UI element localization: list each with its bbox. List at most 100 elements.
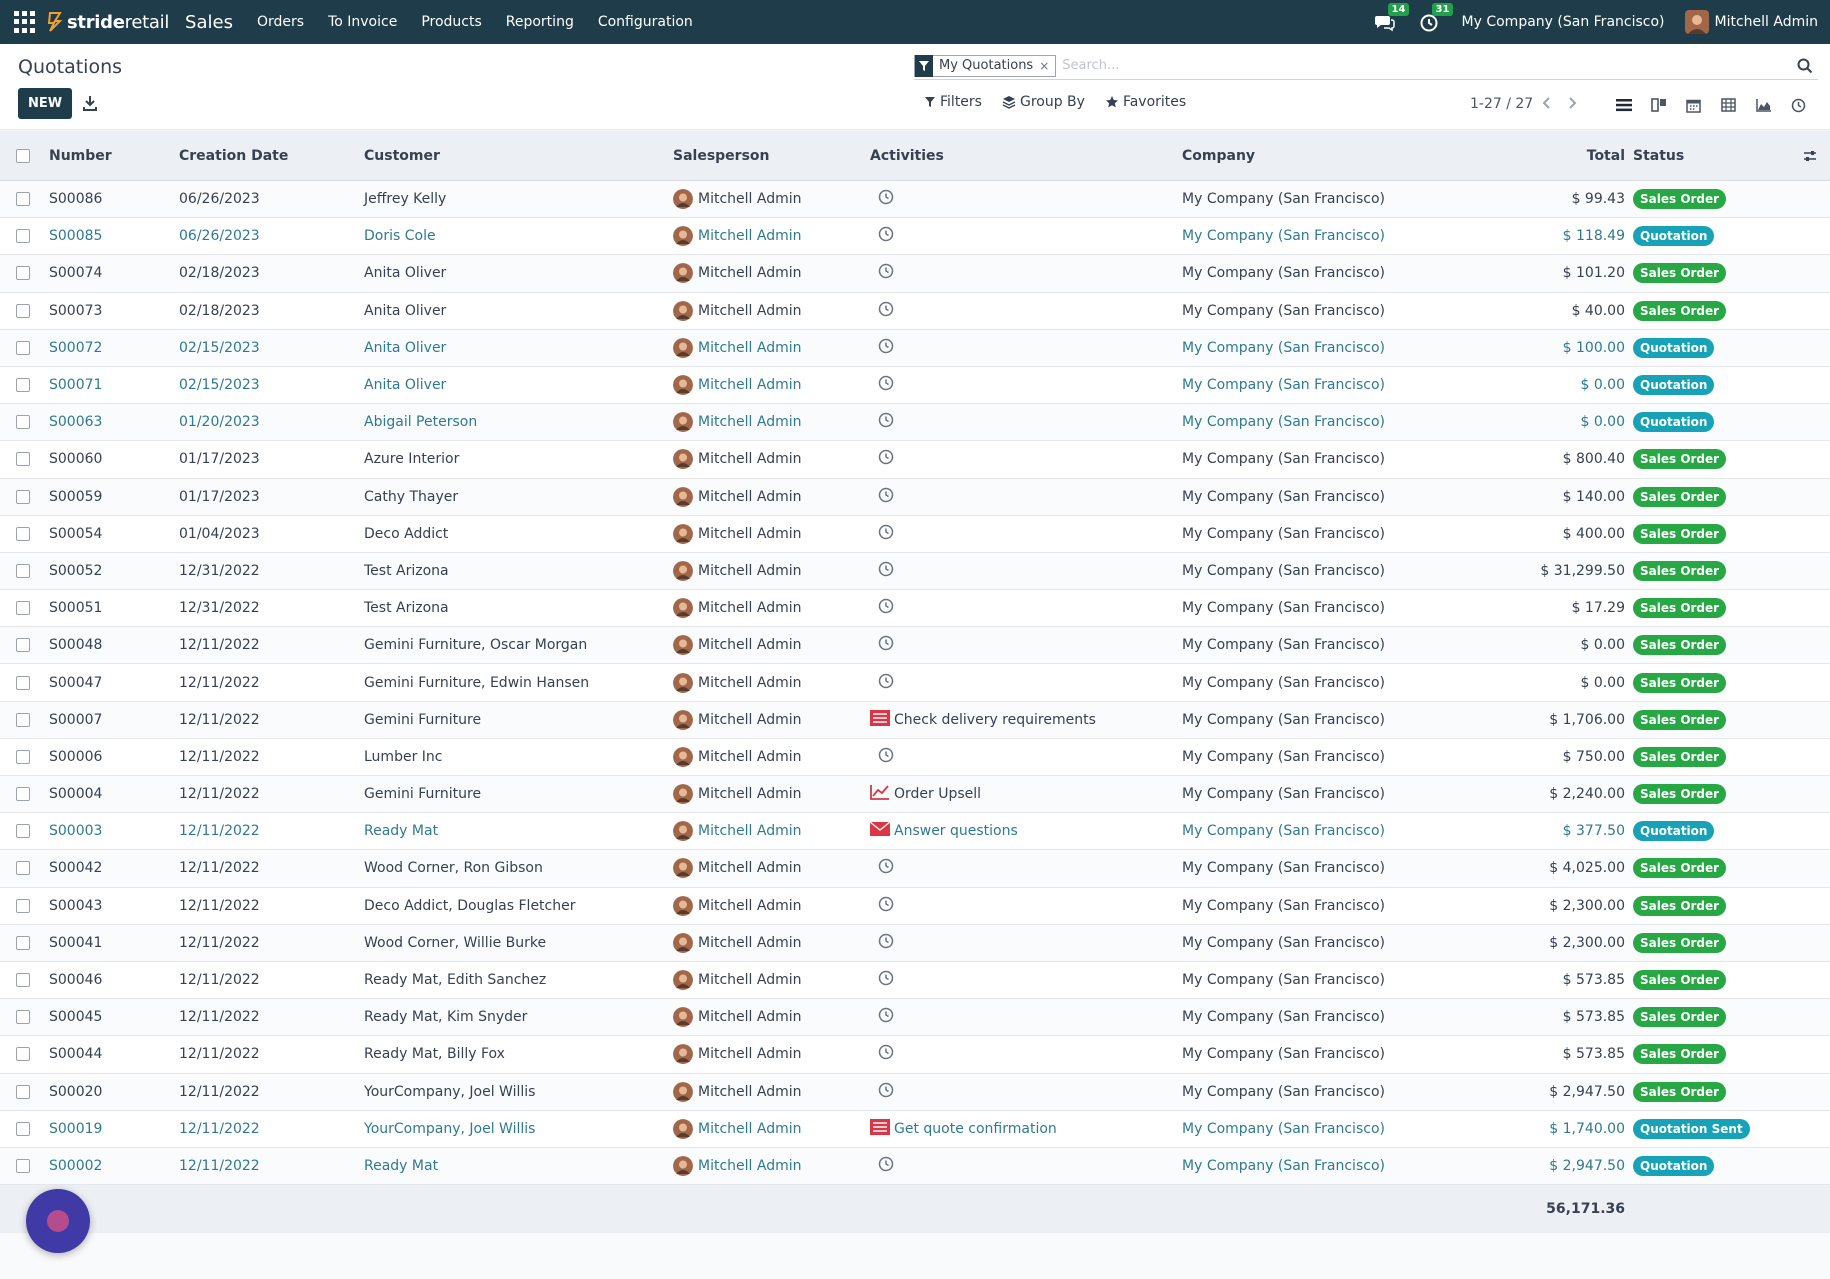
table-row[interactable]: S00045 12/11/2022 Ready Mat, Kim Snyder …: [0, 999, 1830, 1037]
menu-orders[interactable]: Orders: [245, 0, 316, 44]
table-row[interactable]: S00044 12/11/2022 Ready Mat, Billy Fox M…: [0, 1036, 1830, 1074]
header-number[interactable]: Number: [46, 148, 176, 164]
row-checkbox[interactable]: [16, 526, 30, 541]
clock-icon[interactable]: [870, 896, 894, 916]
header-activities[interactable]: Activities: [866, 148, 1179, 164]
pager-value[interactable]: 1-27 / 27: [1470, 96, 1533, 112]
menu-reporting[interactable]: Reporting: [494, 0, 586, 44]
apps-menu-icon[interactable]: [14, 11, 36, 33]
search-input[interactable]: [1062, 53, 1796, 78]
clock-icon[interactable]: [870, 189, 894, 209]
table-row[interactable]: S00047 12/11/2022 Gemini Furniture, Edwi…: [0, 664, 1830, 702]
row-checkbox[interactable]: [16, 452, 30, 467]
brand-logo[interactable]: strideretail: [46, 10, 169, 34]
facet-remove-icon[interactable]: ×: [1039, 59, 1055, 73]
table-row[interactable]: S00006 12/11/2022 Lumber Inc Mitchell Ad…: [0, 738, 1830, 776]
clock-icon[interactable]: [870, 301, 894, 321]
livechat-button[interactable]: [26, 1189, 90, 1253]
table-row[interactable]: S00052 12/31/2022 Test Arizona Mitchell …: [0, 552, 1830, 591]
chart-icon[interactable]: [870, 784, 894, 804]
row-checkbox[interactable]: [16, 1121, 30, 1136]
select-all-checkbox[interactable]: [16, 148, 30, 163]
row-checkbox[interactable]: [16, 601, 30, 616]
clock-icon[interactable]: [870, 858, 894, 878]
app-name[interactable]: Sales: [185, 12, 233, 33]
clock-icon[interactable]: [870, 970, 894, 990]
row-checkbox[interactable]: [16, 489, 30, 504]
clock-icon[interactable]: [870, 933, 894, 953]
menu-configuration[interactable]: Configuration: [586, 0, 705, 44]
table-row[interactable]: S00074 02/18/2023 Anita Oliver Mitchell …: [0, 255, 1830, 293]
chevron-right-icon[interactable]: [1563, 94, 1581, 112]
table-row[interactable]: S00019 12/11/2022 YourCompany, Joel Will…: [0, 1110, 1830, 1148]
table-row[interactable]: S00041 12/11/2022 Wood Corner, Willie Bu…: [0, 924, 1830, 962]
row-checkbox[interactable]: [16, 749, 30, 764]
table-row[interactable]: S00073 02/18/2023 Anita Oliver Mitchell …: [0, 292, 1830, 330]
activity-summary[interactable]: Check delivery requirements: [894, 712, 1096, 728]
tasks-icon[interactable]: [870, 709, 894, 730]
menu-products[interactable]: Products: [409, 0, 493, 44]
row-checkbox[interactable]: [16, 1010, 30, 1025]
user-menu[interactable]: Mitchell Admin: [1684, 10, 1818, 34]
row-checkbox[interactable]: [16, 303, 30, 318]
chevron-left-icon[interactable]: [1538, 94, 1556, 112]
table-row[interactable]: S00072 02/15/2023 Anita Oliver Mitchell …: [0, 329, 1830, 367]
tasks-icon[interactable]: [870, 1118, 894, 1139]
header-status[interactable]: Status: [1629, 148, 1789, 164]
row-checkbox[interactable]: [16, 1084, 30, 1099]
table-row[interactable]: S00003 12/11/2022 Ready Mat Mitchell Adm…: [0, 813, 1830, 851]
row-checkbox[interactable]: [16, 266, 30, 281]
table-row[interactable]: S00002 12/11/2022 Ready Mat Mitchell Adm…: [0, 1147, 1830, 1186]
company-switcher[interactable]: My Company (San Francisco): [1462, 14, 1665, 30]
row-checkbox[interactable]: [16, 638, 30, 653]
clock-icon[interactable]: [870, 226, 894, 246]
table-row[interactable]: S00086 06/26/2023 Jeffrey Kelly Mitchell…: [0, 181, 1830, 219]
filters-dropdown[interactable]: Filters: [924, 94, 982, 110]
table-row[interactable]: S00085 06/26/2023 Doris Cole Mitchell Ad…: [0, 218, 1830, 256]
activity-summary[interactable]: Order Upsell: [894, 786, 981, 802]
pivot-view-button[interactable]: [1711, 90, 1746, 120]
row-checkbox[interactable]: [16, 192, 30, 207]
clock-icon[interactable]: [870, 1044, 894, 1064]
clock-icon[interactable]: [870, 673, 894, 693]
activities-button[interactable]: 31: [1418, 3, 1454, 33]
clock-icon[interactable]: [870, 1156, 894, 1176]
table-row[interactable]: S00043 12/11/2022 Deco Addict, Douglas F…: [0, 887, 1830, 925]
table-row[interactable]: S00007 12/11/2022 Gemini Furniture Mitch…: [0, 701, 1830, 739]
table-row[interactable]: S00004 12/11/2022 Gemini Furniture Mitch…: [0, 776, 1830, 814]
header-customer[interactable]: Customer: [360, 148, 673, 164]
clock-icon[interactable]: [870, 449, 894, 469]
clock-icon[interactable]: [870, 561, 894, 581]
row-checkbox[interactable]: [16, 415, 30, 430]
table-row[interactable]: S00051 12/31/2022 Test Arizona Mitchell …: [0, 590, 1830, 628]
favorites-dropdown[interactable]: Favorites: [1105, 94, 1186, 110]
search-icon[interactable]: [1796, 57, 1814, 75]
row-checkbox[interactable]: [16, 787, 30, 802]
clock-icon[interactable]: [870, 375, 894, 395]
header-salesperson[interactable]: Salesperson: [673, 148, 866, 164]
table-row[interactable]: S00063 01/20/2023 Abigail Peterson Mitch…: [0, 404, 1830, 442]
clock-icon[interactable]: [870, 747, 894, 767]
table-row[interactable]: S00048 12/11/2022 Gemini Furniture, Osca…: [0, 627, 1830, 665]
clock-icon[interactable]: [870, 598, 894, 618]
table-row[interactable]: S00054 01/04/2023 Deco Addict Mitchell A…: [0, 515, 1830, 553]
row-checkbox[interactable]: [16, 340, 30, 355]
activity-summary[interactable]: Get quote confirmation: [894, 1121, 1057, 1137]
row-checkbox[interactable]: [16, 1047, 30, 1062]
envelope-icon[interactable]: [869, 821, 894, 841]
messages-button[interactable]: 14: [1374, 3, 1410, 33]
activity-view-button[interactable]: [1781, 90, 1816, 120]
kanban-view-button[interactable]: [1641, 90, 1676, 120]
graph-view-button[interactable]: [1746, 90, 1781, 120]
clock-icon[interactable]: [870, 635, 894, 655]
row-checkbox[interactable]: [16, 973, 30, 988]
header-creation-date[interactable]: Creation Date: [176, 148, 360, 164]
row-checkbox[interactable]: [16, 563, 30, 578]
row-checkbox[interactable]: [16, 712, 30, 727]
search-facet[interactable]: My Quotations ×: [914, 54, 1057, 77]
table-row[interactable]: S00042 12/11/2022 Wood Corner, Ron Gibso…: [0, 850, 1830, 888]
menu-to-invoice[interactable]: To Invoice: [316, 0, 409, 44]
row-checkbox[interactable]: [16, 229, 30, 244]
table-row[interactable]: S00071 02/15/2023 Anita Oliver Mitchell …: [0, 366, 1830, 405]
table-row[interactable]: S00046 12/11/2022 Ready Mat, Edith Sanch…: [0, 961, 1830, 1000]
